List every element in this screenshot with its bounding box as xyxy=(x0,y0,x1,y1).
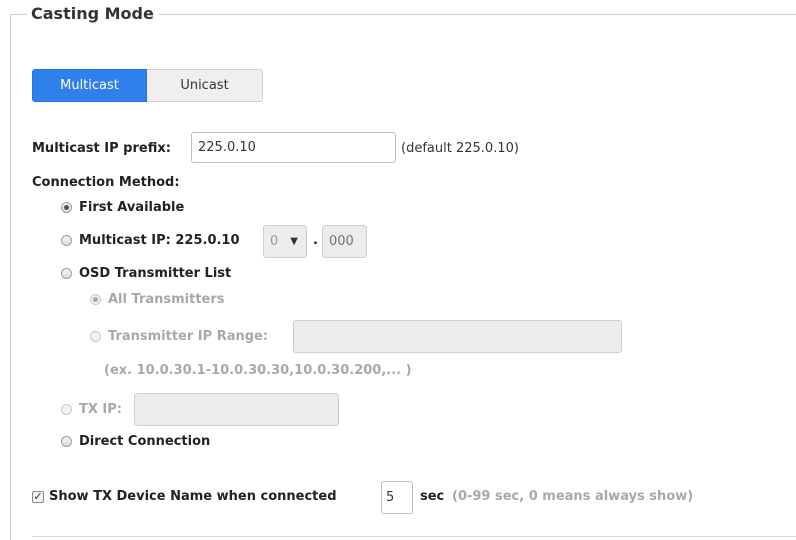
show-device-name-checkbox[interactable]: ✓ xyxy=(32,491,44,503)
ip-range-example-hint: (ex. 10.0.30.1-10.0.30.30,10.0.30.200,..… xyxy=(104,363,412,378)
first-available-label: First Available xyxy=(79,200,185,215)
osd-transmitter-list-label: OSD Transmitter List xyxy=(79,266,232,281)
transmitter-ip-range-radio[interactable] xyxy=(90,331,101,342)
multicast-prefix-default-hint: (default 225.0.10) xyxy=(401,141,519,156)
multicast-octet3-select[interactable]: 0 ▼ xyxy=(263,225,307,258)
chevron-down-icon: ▼ xyxy=(290,236,298,247)
unicast-mode-button[interactable]: Unicast xyxy=(147,69,263,102)
transmitter-ip-range-input[interactable] xyxy=(293,320,622,353)
multicast-ip-label: Multicast IP: 225.0.10 xyxy=(79,233,240,248)
transmitter-ip-range-label: Transmitter IP Range: xyxy=(108,329,269,344)
direct-connection-radio[interactable] xyxy=(61,436,72,447)
seconds-unit-label: sec xyxy=(420,489,445,504)
multicast-ip-radio[interactable] xyxy=(61,235,72,246)
multicast-octet4-input[interactable] xyxy=(322,225,367,258)
tx-ip-label: TX IP: xyxy=(79,402,122,417)
multicast-prefix-input[interactable] xyxy=(191,132,396,163)
osd-transmitter-list-radio[interactable] xyxy=(61,268,72,279)
multicast-octet3-value: 0 xyxy=(270,234,279,249)
section-divider xyxy=(32,536,796,537)
show-name-seconds-input[interactable] xyxy=(381,481,413,514)
tx-ip-radio[interactable] xyxy=(61,404,72,415)
multicast-prefix-label: Multicast IP prefix: xyxy=(32,141,171,156)
all-transmitters-label: All Transmitters xyxy=(108,292,225,307)
direct-connection-label: Direct Connection xyxy=(79,434,211,449)
connection-method-label: Connection Method: xyxy=(32,175,180,190)
section-title: Casting Mode xyxy=(27,3,158,25)
fieldset-border-left xyxy=(10,14,11,540)
multicast-mode-button[interactable]: Multicast xyxy=(32,69,147,102)
octet-separator: . xyxy=(313,233,318,248)
tx-ip-input[interactable] xyxy=(134,393,339,426)
first-available-radio[interactable] xyxy=(61,202,72,213)
all-transmitters-radio[interactable] xyxy=(90,294,101,305)
show-device-name-label: Show TX Device Name when connected xyxy=(49,489,337,504)
show-name-hint: (0-99 sec, 0 means always show) xyxy=(452,489,694,504)
